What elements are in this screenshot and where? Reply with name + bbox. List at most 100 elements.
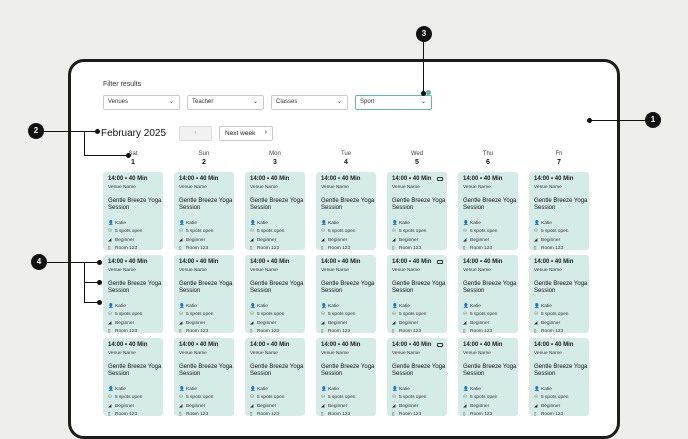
level-icon: ◢ bbox=[108, 402, 112, 408]
classes-filter[interactable]: Classes ⌄ bbox=[271, 95, 348, 110]
level-icon: ◢ bbox=[463, 402, 467, 408]
session-venue: Venue Name bbox=[321, 268, 349, 273]
video-camera-icon bbox=[437, 260, 443, 264]
spots-icon: ⚇ bbox=[108, 394, 113, 400]
session-spots-row: ⚇ 5 spots open bbox=[534, 227, 589, 235]
session-teacher-row: 👤Katie bbox=[250, 385, 305, 393]
level-icon: ◢ bbox=[108, 319, 112, 325]
room-icon: ▯ bbox=[108, 410, 111, 416]
session-card[interactable]: 14:00 • 40 Min Venue Name Gentle Breeze Yo… bbox=[529, 172, 589, 250]
level-icon: ◢ bbox=[179, 236, 183, 242]
day-of-week: Mon bbox=[269, 151, 281, 157]
teacher-filter[interactable]: Teacher ⌄ bbox=[187, 95, 264, 110]
sport-filter[interactable]: Sport ⌄ bbox=[355, 95, 432, 110]
session-teacher: Katie bbox=[328, 304, 339, 309]
session-venue: Venue Name bbox=[108, 268, 136, 273]
session-level-row: ◢ Beginner bbox=[250, 402, 305, 410]
chevron-left-icon: ‹ bbox=[194, 129, 197, 136]
room-icon: ▯ bbox=[250, 410, 253, 416]
callout-2-line-h bbox=[44, 131, 97, 132]
session-card[interactable]: 14:00 • 40 Min Venue Name Gentle Breeze Yo… bbox=[387, 338, 447, 416]
session-spots: 5 spots open bbox=[470, 312, 498, 318]
session-card[interactable]: 14:00 • 40 Min Venue Name Gentle Breeze Yo… bbox=[529, 255, 589, 333]
session-card[interactable]: 14:00 • 40 Min Venue Name Gentle Breeze Yo… bbox=[387, 172, 447, 250]
spots-icon: ⚇ bbox=[179, 311, 184, 317]
chevron-down-icon: ⌄ bbox=[336, 99, 342, 105]
session-spots-row: ⚇ 5 spots open bbox=[321, 310, 376, 318]
session-venue: Venue Name bbox=[392, 351, 420, 356]
session-card[interactable]: 14:00 • 40 Min Venue Name Gentle Breeze Yo… bbox=[103, 172, 163, 250]
session-card[interactable]: 14:00 • 40 Min Venue Name Gentle Breeze Yo… bbox=[316, 172, 376, 250]
session-venue: Venue Name bbox=[108, 185, 136, 190]
session-card[interactable]: 14:00 • 40 Min Venue Name Gentle Breeze Yo… bbox=[174, 172, 234, 250]
session-room: Room 123 bbox=[186, 411, 209, 416]
session-card[interactable]: 14:00 • 40 Min Venue Name Gentle Breeze Yo… bbox=[174, 255, 234, 333]
spots-icon: ⚇ bbox=[321, 394, 326, 400]
session-teacher-row: 👤Katie bbox=[534, 219, 589, 227]
session-card[interactable]: 14:00 • 40 Min Venue Name Gentle Breeze Yo… bbox=[103, 338, 163, 416]
session-room-row: ▯ Room 123 bbox=[463, 410, 518, 416]
day-number: 7 bbox=[557, 159, 561, 166]
session-level-row: ◢ Beginner bbox=[463, 236, 518, 244]
person-icon: 👤 bbox=[392, 303, 398, 308]
session-card[interactable]: 14:00 • 40 Min Venue Name Gentle Breeze Yo… bbox=[245, 172, 305, 250]
chevron-right-icon: › bbox=[264, 129, 267, 136]
session-card[interactable]: 14:00 • 40 Min Venue Name Gentle Breeze Yo… bbox=[316, 338, 376, 416]
session-time: 14:00 • 40 Min bbox=[463, 176, 503, 182]
session-spots: 5 spots open bbox=[115, 229, 143, 235]
callout-4-branch-details bbox=[84, 302, 98, 303]
next-week-button[interactable]: Next week › bbox=[219, 126, 273, 141]
venues-filter[interactable]: Venues ⌄ bbox=[103, 95, 180, 110]
session-class-name: Gentle Breeze Yoga Session bbox=[463, 198, 517, 211]
room-icon: ▯ bbox=[179, 410, 182, 416]
session-level-row: ◢ Beginner bbox=[534, 319, 589, 327]
session-time: 14:00 • 40 Min bbox=[108, 176, 148, 182]
sport-filter-indicator-dot bbox=[426, 90, 431, 95]
day-number: 5 bbox=[415, 159, 419, 166]
session-card[interactable]: 14:00 • 40 Min Venue Name Gentle Breeze Yo… bbox=[529, 338, 589, 416]
room-icon: ▯ bbox=[250, 244, 253, 250]
session-card[interactable]: 14:00 • 40 Min Venue Name Gentle Breeze Yo… bbox=[387, 255, 447, 333]
session-class-name: Gentle Breeze Yoga Session bbox=[534, 198, 588, 211]
session-spots: 5 spots open bbox=[399, 395, 427, 401]
spots-icon: ⚇ bbox=[250, 394, 255, 400]
session-room: Room 123 bbox=[399, 328, 422, 333]
session-venue: Venue Name bbox=[179, 351, 207, 356]
session-card[interactable]: 14:00 • 40 Min Venue Name Gentle Breeze Yo… bbox=[103, 255, 163, 333]
session-spots-row: ⚇ 5 spots open bbox=[392, 393, 447, 401]
session-level-row: ◢ Beginner bbox=[534, 236, 589, 244]
session-room: Room 123 bbox=[541, 411, 564, 416]
session-level: Beginner bbox=[328, 237, 348, 243]
session-card[interactable]: 14:00 • 40 Min Venue Name Gentle Breeze Yo… bbox=[245, 338, 305, 416]
session-card[interactable]: 14:00 • 40 Min Venue Name Gentle Breeze Yo… bbox=[458, 338, 518, 416]
session-venue: Venue Name bbox=[321, 351, 349, 356]
session-teacher: Katie bbox=[186, 304, 197, 309]
session-teacher: Katie bbox=[257, 387, 268, 392]
session-card[interactable]: 14:00 • 40 Min Venue Name Gentle Breeze Yo… bbox=[458, 172, 518, 250]
session-level-row: ◢ Beginner bbox=[108, 319, 163, 327]
session-level: Beginner bbox=[541, 320, 561, 326]
session-card[interactable]: 14:00 • 40 Min Venue Name Gentle Breeze Yo… bbox=[458, 255, 518, 333]
session-spots: 5 spots open bbox=[470, 229, 498, 235]
session-spots: 5 spots open bbox=[470, 395, 498, 401]
session-card[interactable]: 14:00 • 40 Min Venue Name Gentle Breeze Yo… bbox=[245, 255, 305, 333]
session-level-row: ◢ Beginner bbox=[250, 319, 305, 327]
session-level-row: ◢ Beginner bbox=[392, 236, 447, 244]
previous-week-button[interactable]: ‹ bbox=[179, 126, 212, 141]
level-icon: ◢ bbox=[321, 236, 325, 242]
session-time: 14:00 • 40 Min bbox=[321, 342, 361, 348]
session-level-row: ◢ Beginner bbox=[179, 319, 234, 327]
session-card[interactable]: 14:00 • 40 Min Venue Name Gentle Breeze Yo… bbox=[174, 338, 234, 416]
person-icon: 👤 bbox=[250, 220, 256, 225]
session-spots-row: ⚇ 5 spots open bbox=[108, 393, 163, 401]
session-level: Beginner bbox=[541, 237, 561, 243]
session-card[interactable]: 14:00 • 40 Min Venue Name Gentle Breeze Yo… bbox=[316, 255, 376, 333]
session-venue: Venue Name bbox=[179, 268, 207, 273]
session-room: Room 123 bbox=[328, 245, 351, 250]
callout-4-branch-class bbox=[84, 282, 98, 283]
video-camera-icon bbox=[437, 343, 443, 347]
spots-icon: ⚇ bbox=[250, 228, 255, 234]
session-teacher: Katie bbox=[541, 387, 552, 392]
session-level-row: ◢ Beginner bbox=[321, 319, 376, 327]
session-teacher: Katie bbox=[470, 387, 481, 392]
